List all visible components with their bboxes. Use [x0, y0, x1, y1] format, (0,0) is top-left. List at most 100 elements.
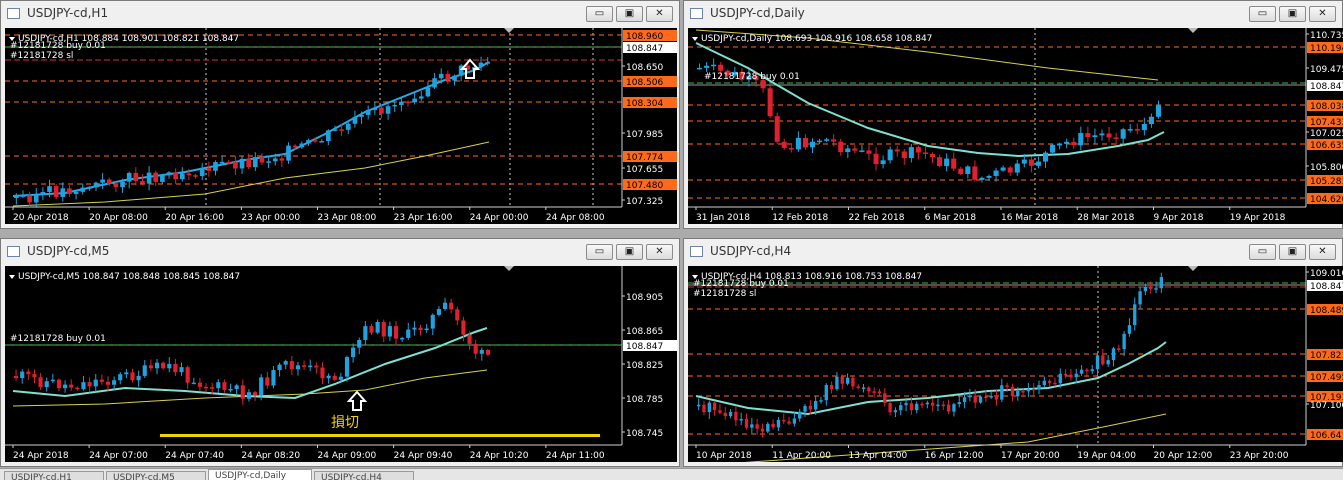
chart-window-daily[interactable]: USDJPY-cd,Daily ▭ ▣ ✕ 110.735 110.194 109.… [683, 0, 1343, 229]
candlestick [824, 137, 830, 142]
candlestick [365, 105, 371, 120]
restore-button[interactable]: ▣ [616, 244, 643, 260]
candlestick [1141, 117, 1147, 136]
minimize-button[interactable]: ▭ [586, 244, 613, 260]
time-label: 24 Apr 08:20 [241, 451, 300, 461]
candlestick [1092, 128, 1098, 144]
time-label: 20 Apr 16:00 [165, 213, 224, 223]
price-label: 108.905 [626, 293, 663, 303]
restore-button[interactable]: ▣ [1279, 244, 1306, 260]
chart-window-m5[interactable]: USDJPY-cd,M5 ▭ ▣ ✕ 損切 108.905 108.865 108.8… [0, 238, 680, 467]
candlestick [744, 413, 749, 430]
order-label: #12181728 buy 0.01 [10, 334, 106, 344]
candlestick [866, 144, 872, 160]
price-chart[interactable]: 108.960 108.847 108.650 108.506 108.304 107.9… [5, 28, 677, 224]
candlestick [1101, 348, 1105, 366]
chart-shift-marker-icon[interactable] [504, 28, 514, 33]
minimize-button[interactable]: ▭ [586, 6, 613, 22]
price-chart-canvas[interactable]: 108.960 108.847 108.650 108.506 108.304 107.9… [5, 28, 677, 224]
restore-button[interactable]: ▣ [616, 6, 643, 22]
window-titlebar[interactable]: USDJPY-cd,H1 ▭ ▣ ✕ [1, 1, 679, 27]
candlestick [968, 388, 972, 402]
window-title: USDJPY-cd,M5 [27, 244, 110, 258]
price-label: 108.865 [626, 327, 663, 337]
candlestick [887, 146, 893, 164]
candlestick [424, 324, 429, 333]
price-chart[interactable]: 110.735 110.194 109.475 108.847 108.038 107.4… [688, 28, 1343, 224]
window-title: USDJPY-cd,H1 [27, 6, 109, 20]
close-button[interactable]: ✕ [646, 244, 673, 260]
candlestick [1010, 383, 1015, 402]
candlestick [166, 171, 172, 179]
candlestick [1000, 378, 1004, 403]
window-title: USDJPY-cd,Daily [710, 6, 805, 20]
tab-usdjpy-daily[interactable]: USDJPY-cd,Daily [208, 469, 312, 480]
candlestick [216, 378, 221, 394]
price-chart-canvas[interactable]: 損切 108.905 108.865 108.847 108.825 108.785 108… [5, 266, 677, 462]
minimize-button[interactable]: ▭ [1249, 244, 1276, 260]
candlestick [430, 313, 435, 336]
candlestick [133, 167, 139, 186]
candlestick [206, 161, 212, 177]
chart-menu-caret-icon[interactable] [692, 37, 698, 41]
price-chart-canvas[interactable]: 109.010 108.847 108.489 107.821 107.495 107.1… [688, 266, 1343, 462]
candlestick [239, 156, 245, 175]
order-label: #12181728 buy 0.01 [693, 279, 789, 289]
window-titlebar[interactable]: USDJPY-cd,H4 ▭ ▣ ✕ [684, 239, 1342, 265]
close-button[interactable]: ✕ [646, 6, 673, 22]
stop-loss-highlight-bar [160, 434, 600, 437]
price-chart[interactable]: 109.010 108.847 108.489 107.821 107.495 107.1… [688, 266, 1343, 462]
candlestick [817, 138, 823, 145]
fast-moving-average [12, 61, 490, 197]
candlestick [99, 374, 104, 385]
candlestick [154, 358, 160, 375]
candlestick [1014, 159, 1020, 177]
restore-button[interactable]: ▣ [1279, 6, 1306, 22]
time-label: 23 Apr 00:00 [241, 213, 300, 223]
time-label: 10 Apr 2018 [696, 451, 752, 461]
candlestick [835, 371, 839, 391]
price-chart-canvas[interactable]: 110.735 110.194 109.475 108.847 108.038 107.4… [688, 28, 1343, 224]
candlestick [1042, 376, 1046, 388]
chart-window-icon [7, 246, 20, 257]
candlestick [478, 56, 484, 72]
chart-shift-marker-icon[interactable] [504, 266, 514, 271]
candlestick [880, 155, 886, 169]
candlestick [1090, 364, 1094, 375]
candlestick [63, 380, 68, 393]
candlestick [87, 377, 92, 393]
price-label: 108.650 [626, 63, 663, 73]
candlestick [840, 374, 844, 390]
candlestick [776, 416, 781, 432]
candlestick [213, 160, 218, 176]
chart-window-h4[interactable]: USDJPY-cd,H4 ▭ ▣ ✕ 109.010 108.847 108.489… [683, 238, 1343, 467]
chart-menu-caret-icon[interactable] [9, 275, 15, 279]
candlestick [375, 319, 380, 335]
candlestick [246, 389, 251, 402]
chart-shift-marker-icon[interactable] [1188, 266, 1198, 271]
candlestick [265, 371, 270, 389]
minimize-button[interactable]: ▭ [1249, 6, 1276, 22]
candlestick [286, 142, 291, 164]
candlestick [915, 145, 921, 160]
chart-window-h1[interactable]: USDJPY-cd,H1 ▭ ▣ ✕ 108.960 108.847 108.650… [0, 0, 680, 229]
price-chart[interactable]: 損切 108.905 108.865 108.847 108.825 108.785 108… [5, 266, 677, 462]
candlestick [781, 138, 787, 150]
chart-shift-marker-icon[interactable] [1188, 28, 1198, 33]
window-titlebar[interactable]: USDJPY-cd,Daily ▭ ▣ ✕ [684, 1, 1342, 27]
candlestick [319, 139, 325, 143]
candlestick [44, 377, 49, 392]
close-button[interactable]: ✕ [1309, 244, 1336, 260]
candlestick [704, 62, 710, 72]
candlestick [931, 398, 935, 412]
candlestick [80, 183, 86, 195]
window-titlebar[interactable]: USDJPY-cd,M5 ▭ ▣ ✕ [1, 239, 679, 265]
candlestick [351, 343, 356, 363]
candlestick [1127, 318, 1132, 337]
chart-window-icon [690, 8, 703, 19]
candlestick [67, 185, 72, 197]
candlestick [1042, 151, 1049, 168]
time-label: 20 Apr 08:00 [89, 213, 148, 223]
order-label: #12181728 sl [10, 51, 73, 61]
close-button[interactable]: ✕ [1309, 6, 1336, 22]
